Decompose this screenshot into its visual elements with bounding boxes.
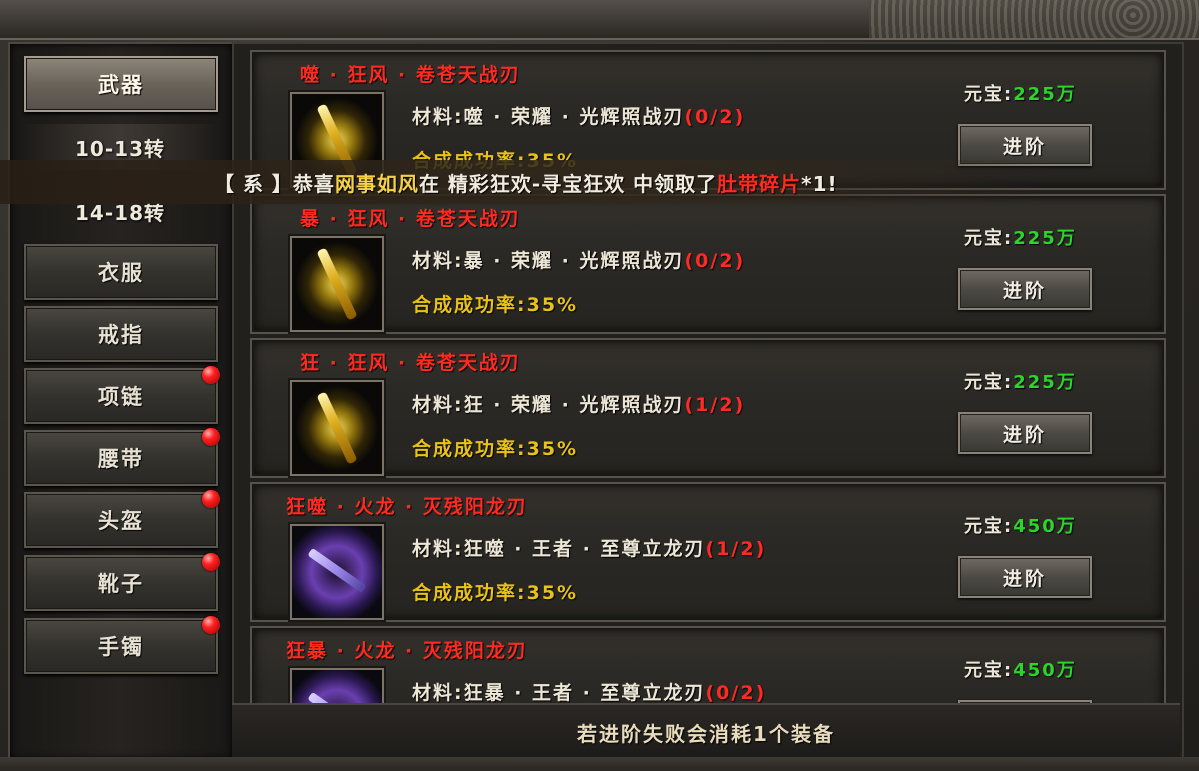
cost-label: 元宝:: [964, 516, 1014, 537]
item-name: 狂噬 · 火龙 · 灭残阳龙刃: [286, 496, 528, 518]
cost-amount: 225万: [1013, 84, 1077, 105]
purple-blade-icon: [292, 526, 382, 618]
category-sidebar: 武器 10-13转 14-18转 衣服 戒指 项链 腰带 头盔 靴子 手镯: [8, 42, 234, 761]
item-material: 材料:狂 · 荣耀 · 光辉照战刃(1/2): [412, 390, 745, 417]
bottom-border: [0, 757, 1199, 771]
yuanbao-cost: 元宝:225万: [964, 80, 1077, 106]
upgrade-list[interactable]: 噬 · 狂风 · 卷苍天战刃 材料:噬 · 荣耀 · 光辉照战刃(0/2) 合成…: [232, 42, 1184, 761]
advance-button[interactable]: 进阶: [958, 268, 1092, 310]
material-text: 材料:狂噬 · 王者 · 至尊立龙刃: [412, 538, 706, 560]
golden-blade-icon: [292, 238, 382, 330]
notification-dot-icon: [202, 428, 220, 446]
item-material: 材料:噬 · 荣耀 · 光辉照战刃(0/2): [412, 102, 745, 129]
cost-label: 元宝:: [964, 228, 1014, 249]
category-label: 腰带: [98, 447, 144, 471]
cost-amount: 225万: [1013, 372, 1077, 393]
item-name: 暴 · 狂风 · 卷苍天战刃: [300, 208, 521, 230]
success-rate: 合成成功率:35%: [412, 582, 579, 604]
material-count: (1/2): [684, 394, 746, 416]
failure-warning: 若进阶失败会消耗1个装备: [232, 703, 1180, 759]
item-material: 材料:狂噬 · 王者 · 至尊立龙刃(1/2): [412, 534, 766, 561]
category-label: 项链: [98, 385, 144, 409]
material-text: 材料:狂 · 荣耀 · 光辉照战刃: [412, 394, 685, 416]
category-helmet[interactable]: 头盔: [24, 490, 220, 548]
category-bracelet[interactable]: 手镯: [24, 616, 220, 674]
material-text: 材料:噬 · 荣耀 · 光辉照战刃: [412, 106, 685, 128]
category-belt[interactable]: 腰带: [24, 428, 220, 486]
advance-button[interactable]: 进阶: [958, 556, 1092, 598]
yuanbao-cost: 元宝:225万: [964, 224, 1077, 250]
category-ring[interactable]: 戒指: [24, 306, 218, 362]
top-border: [0, 0, 1199, 40]
category-weapon[interactable]: 武器: [24, 56, 218, 112]
material-text: 材料:狂暴 · 王者 · 至尊立龙刃: [412, 682, 706, 704]
broadcast-item: 肚带碎片: [717, 171, 802, 196]
material-count: (0/2): [684, 106, 746, 128]
broadcast-middle: 在 精彩狂欢-寻宝狂欢 中领取了: [418, 171, 718, 196]
item-thumbnail[interactable]: [290, 380, 384, 476]
cost-label: 元宝:: [964, 372, 1014, 393]
yuanbao-cost: 元宝:450万: [964, 512, 1077, 538]
dragon-ornament-icon: [869, 0, 1199, 38]
advance-button[interactable]: 进阶: [958, 412, 1092, 454]
broadcast-player: 网事如风: [334, 171, 419, 196]
broadcast-text: 【 系 】恭喜网事如风在 精彩狂欢-寻宝狂欢 中领取了肚带碎片*1!: [214, 168, 838, 197]
success-rate: 合成成功率:35%: [412, 294, 579, 316]
broadcast-suffix: *1!: [801, 171, 838, 196]
material-count: (0/2): [684, 250, 746, 272]
item-name: 狂 · 狂风 · 卷苍天战刃: [300, 352, 521, 374]
list-item: 暴 · 狂风 · 卷苍天战刃 材料:暴 · 荣耀 · 光辉照战刃(0/2) 合成…: [250, 194, 1166, 334]
golden-blade-icon: [292, 382, 382, 474]
notification-dot-icon: [202, 553, 220, 571]
yuanbao-cost: 元宝:450万: [964, 656, 1077, 682]
notification-dot-icon: [202, 616, 220, 634]
item-thumbnail[interactable]: [290, 524, 384, 620]
yuanbao-cost: 元宝:225万: [964, 368, 1077, 394]
broadcast-prefix: 【 系 】恭喜: [214, 171, 335, 196]
list-item: 狂 · 狂风 · 卷苍天战刃 材料:狂 · 荣耀 · 光辉照战刃(1/2) 合成…: [250, 338, 1166, 478]
material-count: (1/2): [705, 538, 767, 560]
cost-label: 元宝:: [964, 660, 1014, 681]
category-clothes[interactable]: 衣服: [24, 244, 218, 300]
item-material: 材料:狂暴 · 王者 · 至尊立龙刃(0/2): [412, 678, 766, 705]
cost-amount: 225万: [1013, 228, 1077, 249]
item-name: 狂暴 · 火龙 · 灭残阳龙刃: [286, 640, 528, 662]
category-necklace[interactable]: 项链: [24, 366, 220, 424]
category-label: 头盔: [98, 509, 144, 533]
cost-label: 元宝:: [964, 84, 1014, 105]
system-broadcast: 【 系 】恭喜网事如风在 精彩狂欢-寻宝狂欢 中领取了肚带碎片*1!: [0, 160, 1050, 204]
cost-amount: 450万: [1013, 660, 1077, 681]
notification-dot-icon: [202, 490, 220, 508]
item-material: 材料:暴 · 荣耀 · 光辉照战刃(0/2): [412, 246, 745, 273]
item-name: 噬 · 狂风 · 卷苍天战刃: [300, 64, 521, 86]
material-count: (0/2): [705, 682, 767, 704]
game-window: 武器 10-13转 14-18转 衣服 戒指 项链 腰带 头盔 靴子 手镯 噬 …: [0, 0, 1199, 771]
notification-dot-icon: [202, 366, 220, 384]
material-text: 材料:暴 · 荣耀 · 光辉照战刃: [412, 250, 685, 272]
success-rate: 合成成功率:35%: [412, 438, 579, 460]
category-boots[interactable]: 靴子: [24, 553, 220, 611]
item-thumbnail[interactable]: [290, 236, 384, 332]
category-label: 靴子: [98, 572, 144, 596]
category-label: 手镯: [98, 635, 144, 659]
list-item: 狂噬 · 火龙 · 灭残阳龙刃 材料:狂噬 · 王者 · 至尊立龙刃(1/2) …: [250, 482, 1166, 622]
cost-amount: 450万: [1013, 516, 1077, 537]
